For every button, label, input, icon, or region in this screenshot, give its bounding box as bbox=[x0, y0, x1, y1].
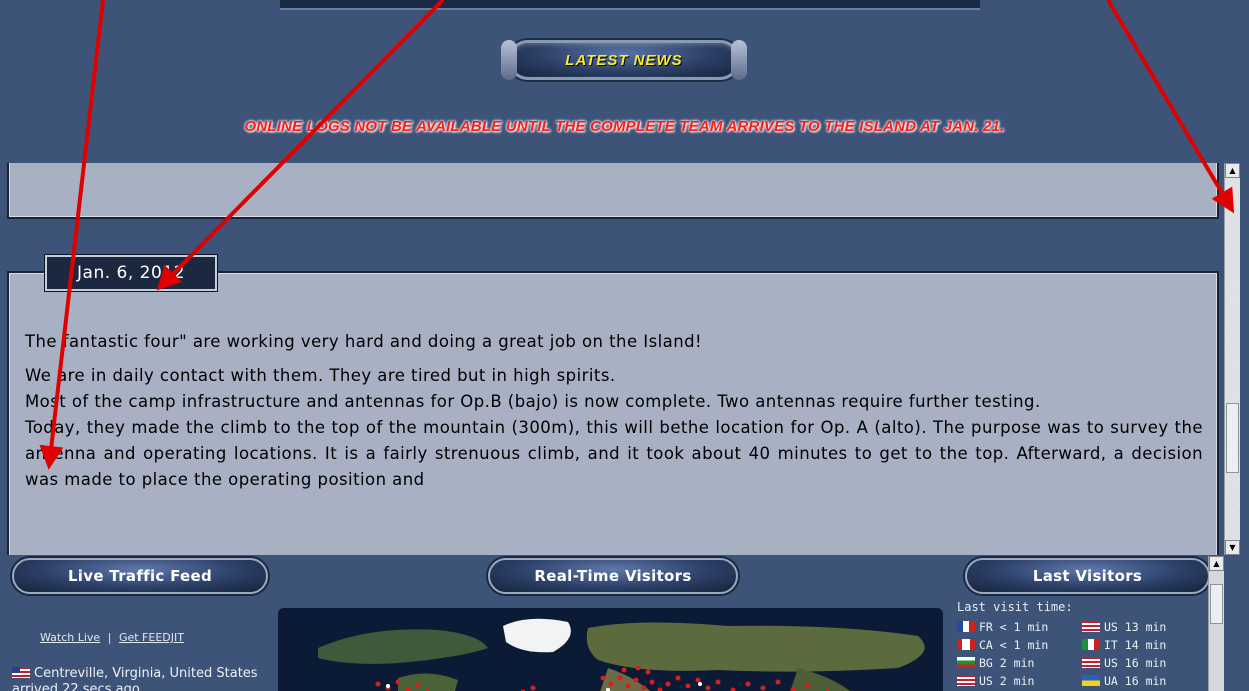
pill-cap-right bbox=[731, 40, 747, 80]
visitor-row: US 2 min UA 16 min bbox=[957, 672, 1227, 690]
us-flag-icon bbox=[1082, 621, 1100, 632]
visitors-scrollbar[interactable]: ▲ bbox=[1208, 556, 1224, 691]
feed-links: Watch Live | Get FEEDJIT bbox=[40, 631, 184, 644]
scroll-down-button[interactable]: ▼ bbox=[1225, 540, 1240, 555]
visit-time: 2 min bbox=[999, 656, 1035, 670]
country-code: US bbox=[979, 674, 993, 688]
visitor-row: FR < 1 min US 13 min bbox=[957, 618, 1227, 636]
visitor-entry: BG 2 min bbox=[957, 654, 1034, 672]
bg-flag-icon bbox=[957, 657, 975, 668]
visit-time: 16 min bbox=[1124, 674, 1167, 688]
top-bar bbox=[280, 0, 980, 10]
latest-news-header: LATEST NEWS bbox=[501, 40, 747, 80]
visit-time: 16 min bbox=[1124, 656, 1167, 670]
link-separator: | bbox=[107, 631, 112, 644]
live-traffic-title: Live Traffic Feed bbox=[67, 567, 213, 585]
visit-time: 13 min bbox=[1124, 620, 1167, 634]
visit-time: < 1 min bbox=[999, 620, 1049, 634]
news-scrollbar[interactable]: ▲ ▼ bbox=[1224, 163, 1240, 555]
previous-post-box bbox=[7, 163, 1219, 219]
last-visitors-title: Last Visitors bbox=[1032, 567, 1143, 585]
us-flag-icon bbox=[957, 675, 975, 686]
realtime-visitors-title: Real-Time Visitors bbox=[534, 567, 692, 585]
country-code: CA bbox=[979, 638, 993, 652]
visitor-entry: US 2 min bbox=[957, 672, 1034, 690]
us-flag-icon bbox=[12, 667, 30, 678]
feed-item-text: Centreville, Virginia, United States arr… bbox=[12, 666, 258, 691]
post-paragraph: Most of the camp infrastructure and ante… bbox=[25, 392, 1041, 411]
country-code: UA bbox=[1104, 674, 1118, 688]
visitor-entry: UA 16 min bbox=[1082, 672, 1166, 690]
scroll-track[interactable] bbox=[1225, 178, 1240, 540]
visitor-entry: FR < 1 min bbox=[957, 618, 1048, 636]
fr-flag-icon bbox=[957, 621, 975, 632]
country-code: IT bbox=[1104, 638, 1118, 652]
country-code: US bbox=[1104, 656, 1118, 670]
country-code: FR bbox=[979, 620, 993, 634]
last-visitors-header: Last Visitors bbox=[965, 558, 1210, 594]
realtime-visitors-header: Real-Time Visitors bbox=[488, 558, 738, 594]
world-map[interactable] bbox=[278, 608, 943, 691]
visitor-list: FR < 1 min US 13 min CA < 1 min IT 14 mi… bbox=[957, 618, 1227, 690]
country-code: US bbox=[1104, 620, 1118, 634]
online-logs-alert: ONLINE LOGS NOT BE AVAILABLE UNTIL THE C… bbox=[244, 118, 1005, 135]
watch-live-link[interactable]: Watch Live bbox=[40, 631, 100, 644]
live-traffic-header: Live Traffic Feed bbox=[12, 558, 268, 594]
visitor-entry: US 16 min bbox=[1082, 654, 1166, 672]
news-scroll-area[interactable]: Jan. 6, 2012 The fantastic four" are wor… bbox=[0, 163, 1224, 555]
scroll-up-button[interactable]: ▲ bbox=[1225, 163, 1240, 178]
us-flag-icon bbox=[1082, 657, 1100, 668]
visitor-row: BG 2 min US 16 min bbox=[957, 654, 1227, 672]
visitor-row: CA < 1 min IT 14 min bbox=[957, 636, 1227, 654]
post-paragraph: Today, they made the climb to the top of… bbox=[25, 418, 1203, 489]
visit-time: 14 min bbox=[1124, 638, 1167, 652]
post-paragraph: We are in daily contact with them. They … bbox=[25, 366, 616, 385]
country-code: BG bbox=[979, 656, 993, 670]
ca-flag-icon bbox=[957, 639, 975, 650]
last-visit-time-label: Last visit time: bbox=[957, 600, 1073, 614]
feed-item[interactable]: Centreville, Virginia, United States arr… bbox=[12, 666, 272, 691]
visitor-entry: CA < 1 min bbox=[957, 636, 1048, 654]
visit-time: 2 min bbox=[999, 674, 1035, 688]
ua-flag-icon bbox=[1082, 675, 1100, 686]
post-body: The fantastic four" are working very har… bbox=[25, 329, 1203, 493]
visitors-scroll-thumb[interactable] bbox=[1210, 584, 1223, 624]
pill-cap-left bbox=[501, 40, 517, 80]
latest-news-title: LATEST NEWS bbox=[565, 51, 683, 69]
post-date: Jan. 6, 2012 bbox=[45, 255, 217, 291]
visit-time: < 1 min bbox=[999, 638, 1049, 652]
visitor-entry: IT 14 min bbox=[1082, 636, 1166, 654]
world-map-graphic bbox=[278, 608, 943, 691]
widgets-row: Live Traffic Feed Watch Live | Get FEEDJ… bbox=[0, 556, 1249, 691]
visitors-scroll-up-button[interactable]: ▲ bbox=[1209, 556, 1224, 571]
scroll-thumb[interactable] bbox=[1226, 403, 1239, 473]
it-flag-icon bbox=[1082, 639, 1100, 650]
get-feedjit-link[interactable]: Get FEEDJIT bbox=[119, 631, 184, 644]
post-paragraph: The fantastic four" are working very har… bbox=[25, 332, 703, 351]
visitor-entry: US 13 min bbox=[1082, 618, 1166, 636]
